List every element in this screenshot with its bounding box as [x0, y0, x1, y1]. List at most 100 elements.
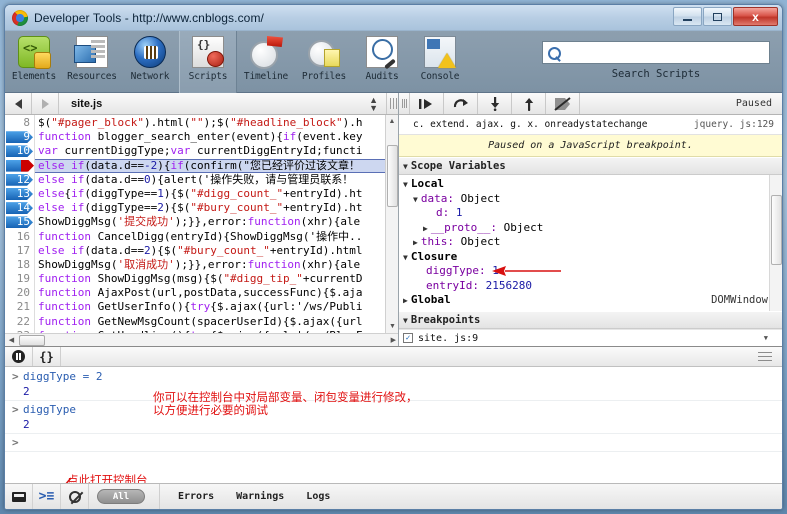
code-line[interactable]: ShowDiggMsg('提交成功');}},error:function(xh… [35, 215, 398, 229]
breakpoints-header[interactable]: ▼ Breakpoints [399, 311, 782, 329]
scope-row[interactable]: ▼ Local [399, 177, 782, 192]
tab-resources[interactable]: Resources [63, 31, 121, 93]
line-number-gutter[interactable]: 89101213141516171819202122232425 [5, 115, 35, 333]
scroll-up-icon[interactable]: ▲ [386, 115, 398, 128]
line-number[interactable]: 12 [5, 173, 34, 187]
scope-row[interactable]: ▶ Global DOMWindow [399, 293, 782, 308]
code-line[interactable]: else if(data.d==2){$("#bury_count_"+entr… [35, 244, 398, 258]
code-line[interactable]: ShowDiggMsg('取消成功');}},error:function(xh… [35, 258, 398, 272]
callstack-frame[interactable]: c. extend. ajax. g. x. onreadystatechang… [399, 115, 782, 135]
scope-row[interactable]: ▶ this: Object [399, 235, 782, 250]
line-number[interactable] [5, 159, 34, 173]
scrollbar-thumb[interactable] [387, 145, 398, 207]
dock-button[interactable] [5, 484, 33, 509]
breakpoint-checkbox[interactable]: ✓ [403, 333, 413, 343]
file-dropdown-icon[interactable]: ▲ ▼ [369, 95, 386, 112]
close-button[interactable]: x [733, 7, 778, 26]
nav-back-button[interactable] [5, 93, 32, 114]
line-number[interactable]: 14 [5, 201, 34, 215]
toggle-breakpoints-button[interactable] [546, 93, 580, 114]
code-line[interactable]: var currentDiggType;var currentDiggEntry… [35, 144, 398, 158]
step-out-button[interactable] [512, 93, 546, 114]
tab-console[interactable]: Console [411, 31, 469, 93]
panel-grip[interactable] [386, 93, 398, 114]
code-horizontal-scrollbar[interactable]: ◀ ▶ [5, 333, 398, 346]
code-line[interactable]: function CancelDigg(entryId){ShowDiggMsg… [35, 230, 398, 244]
line-number[interactable]: 18 [5, 258, 34, 272]
disclosure-icon[interactable]: ▶ [413, 238, 418, 247]
pause-icon[interactable] [5, 347, 33, 366]
console-input-line[interactable]: diggType = 2 [5, 369, 782, 384]
line-number[interactable]: 17 [5, 244, 34, 258]
resume-button[interactable] [410, 93, 444, 114]
code-line[interactable]: function AjaxPost(url,postData,successFu… [35, 286, 398, 300]
tab-audits[interactable]: Audits [353, 31, 411, 93]
hamburger-icon[interactable] [758, 349, 772, 364]
code-line[interactable]: function GetUserInfo(){try{$.ajax({url:'… [35, 300, 398, 314]
scope-variables-header[interactable]: ▼ Scope Variables [399, 157, 782, 175]
scroll-down-icon[interactable]: ▼ [386, 320, 398, 333]
callstack-source[interactable]: jquery. js:129 [694, 119, 774, 130]
file-name-label[interactable]: site.js [59, 98, 369, 110]
scope-row[interactable]: entryId: 2156280 [399, 279, 782, 294]
disclosure-icon[interactable]: ▶ [423, 224, 428, 233]
line-number[interactable]: 8 [5, 116, 34, 130]
tab-network[interactable]: Network [121, 31, 179, 93]
line-number[interactable]: 22 [5, 315, 34, 329]
filter-all-button[interactable]: All [97, 489, 145, 504]
console-output[interactable]: diggType = 2 2 diggType 2 > 你可以在控制台中对局部变… [5, 367, 782, 483]
scroll-right-icon[interactable]: ▶ [391, 336, 396, 344]
line-number[interactable]: 21 [5, 300, 34, 314]
filter-errors[interactable]: Errors [178, 491, 214, 502]
scrollbar-thumb[interactable] [771, 195, 782, 265]
code-line[interactable]: function blogger_search_enter(event){if(… [35, 130, 398, 144]
disclosure-icon[interactable]: ▼ [403, 180, 408, 189]
code-line[interactable]: function ShowDiggMsg(msg){$("#digg_tip_"… [35, 272, 398, 286]
tab-timeline[interactable]: Timeline [237, 31, 295, 93]
scope-row[interactable]: d: 1 [399, 206, 782, 221]
search-input[interactable] [561, 46, 769, 59]
line-number[interactable]: 20 [5, 286, 34, 300]
nav-forward-button[interactable] [32, 93, 59, 114]
disclosure-icon[interactable]: ▶ [403, 296, 408, 305]
code-line[interactable]: else if(data.d==-2){if(confirm("您已经评价过该文… [35, 158, 398, 173]
minimize-button[interactable] [673, 7, 702, 26]
disclosure-icon[interactable]: ▼ [403, 253, 408, 262]
tab-scripts[interactable]: Scripts [179, 31, 237, 93]
tab-profiles[interactable]: Profiles [295, 31, 353, 93]
sidebar-grip[interactable] [399, 93, 410, 114]
line-number[interactable]: 10 [5, 144, 34, 158]
code-line[interactable]: else if(data.d==0){alert('操作失败，请与管理员联系！ [35, 173, 398, 187]
console-toggle-button[interactable]: >≡ [33, 484, 61, 509]
scroll-left-icon[interactable]: ◀ [5, 336, 18, 344]
scope-row[interactable]: diggType: 1 [399, 264, 782, 279]
code-line[interactable]: $("#pager_block").html("");$("#headline_… [35, 116, 398, 130]
console-prompt-row[interactable]: > [5, 434, 782, 452]
code-lines[interactable]: $("#pager_block").html("");$("#headline_… [35, 115, 398, 333]
scope-row[interactable]: ▶ __proto__: Object [399, 221, 782, 236]
code-vertical-scrollbar[interactable]: ▲ ▼ [385, 115, 398, 333]
breakpoint-item[interactable]: ✓ site. js:9 ▼ [399, 329, 782, 346]
step-over-button[interactable] [444, 93, 478, 114]
line-number[interactable]: 16 [5, 230, 34, 244]
filter-logs[interactable]: Logs [306, 491, 330, 502]
disclosure-icon[interactable]: ▼ [413, 195, 418, 204]
maximize-button[interactable] [703, 7, 732, 26]
line-number[interactable]: 13 [5, 187, 34, 201]
line-number[interactable]: 15 [5, 215, 34, 229]
line-number[interactable]: 19 [5, 272, 34, 286]
hscrollbar-thumb[interactable] [19, 335, 45, 346]
clear-console-button[interactable] [61, 484, 89, 509]
line-number[interactable]: 9 [5, 130, 34, 144]
breakpoint-label[interactable]: site. js:9 [418, 333, 478, 344]
scope-row[interactable]: ▼ data: Object [399, 192, 782, 207]
scope-scrollbar[interactable] [769, 175, 782, 311]
code-line[interactable]: function GetNewMsgCount(spacerUserId){$.… [35, 315, 398, 329]
step-into-button[interactable] [478, 93, 512, 114]
tab-elements[interactable]: Elements [5, 31, 63, 93]
code-line[interactable]: else if(diggType==2){$("#bury_count_"+en… [35, 201, 398, 215]
code-line[interactable]: else{if(diggType==1){$("#digg_count_"+en… [35, 187, 398, 201]
filter-warnings[interactable]: Warnings [236, 491, 284, 502]
search-box[interactable] [542, 41, 770, 64]
scope-row[interactable]: ▼ Closure [399, 250, 782, 265]
